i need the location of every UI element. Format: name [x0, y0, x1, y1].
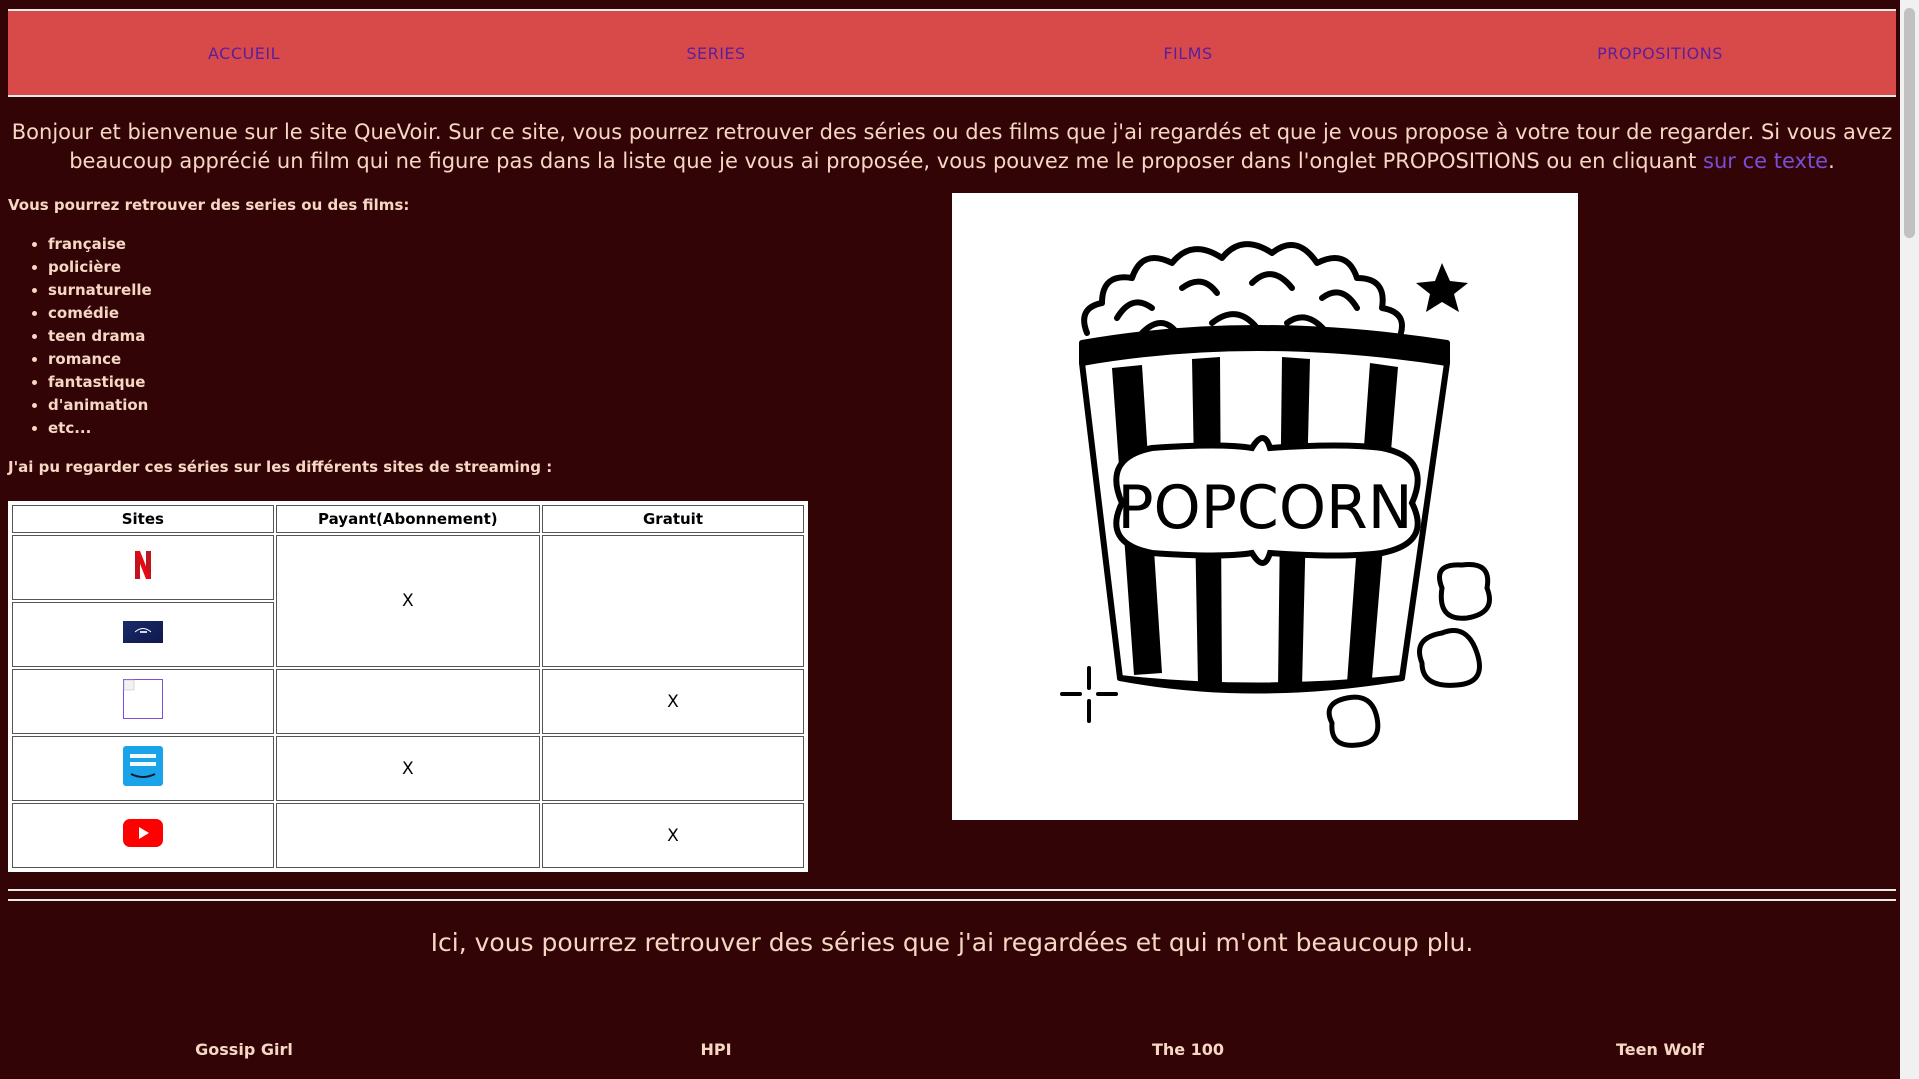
intro-text-end: .	[1828, 149, 1835, 173]
series-titles: Gossip Girl HPI The 100 Teen Wolf	[8, 1040, 1896, 1059]
divider-top	[8, 889, 1896, 891]
genre-item: fantastique	[48, 371, 152, 394]
nav-accueil[interactable]: ACCUEIL	[8, 11, 480, 95]
genre-item: policière	[48, 256, 152, 279]
genre-item: surnaturelle	[48, 279, 152, 302]
broken-image-icon[interactable]	[122, 679, 163, 724]
intro-text: Bonjour et bienvenue sur le site QueVoir…	[11, 120, 1893, 173]
genres-list: française policière surnaturelle comédie…	[8, 233, 152, 440]
vertical-scrollbar[interactable]	[1900, 0, 1919, 1079]
series-title[interactable]: Gossip Girl	[8, 1040, 480, 1059]
youtube-logo-icon[interactable]	[122, 819, 163, 852]
site-cell	[12, 602, 274, 667]
page: ACCUEIL SERIES FILMS PROPOSITIONS Bonjou…	[0, 0, 1900, 1079]
nav-propositions[interactable]: PROPOSITIONS	[1424, 11, 1896, 95]
header-payant: Payant(Abonnement)	[275, 505, 540, 533]
divider-bottom	[8, 899, 1896, 901]
disney-plus-logo-icon[interactable]	[122, 621, 163, 648]
streaming-heading: J'ai pu regarder ces séries sur les diff…	[8, 458, 553, 476]
prime-video-logo-icon[interactable]	[122, 746, 163, 791]
payant-empty	[275, 803, 540, 868]
series-title[interactable]: Teen Wolf	[1424, 1040, 1896, 1059]
series-title[interactable]: HPI	[480, 1040, 952, 1059]
main-nav: ACCUEIL SERIES FILMS PROPOSITIONS	[8, 11, 1896, 97]
series-intro: Ici, vous pourrez retrouver des séries q…	[430, 928, 1474, 957]
nav-films[interactable]: FILMS	[952, 11, 1424, 95]
gratuit-mark: X	[542, 803, 804, 868]
gratuit-mark: X	[542, 669, 804, 734]
propositions-link[interactable]: sur ce texte	[1703, 149, 1828, 173]
intro-paragraph: Bonjour et bienvenue sur le site QueVoir…	[8, 118, 1896, 176]
genre-item: teen drama	[48, 325, 152, 348]
netflix-logo-icon[interactable]	[133, 550, 153, 585]
site-cell	[12, 535, 274, 600]
popcorn-label: POPCORN	[1117, 473, 1412, 543]
genre-item: d'animation	[48, 394, 152, 417]
header-gratuit: Gratuit	[542, 505, 804, 533]
payant-mark: X	[275, 535, 540, 667]
header-sites: Sites	[12, 505, 274, 533]
site-cell	[12, 736, 274, 801]
genre-item: etc...	[48, 417, 152, 440]
site-cell	[12, 669, 274, 734]
payant-empty	[275, 669, 540, 734]
genre-item: française	[48, 233, 152, 256]
nav-series[interactable]: SERIES	[480, 11, 952, 95]
payant-mark: X	[275, 736, 540, 801]
scrollbar-thumb[interactable]	[1904, 8, 1915, 238]
site-cell	[12, 803, 274, 868]
popcorn-image: POPCORN	[952, 193, 1578, 820]
streaming-table: Sites Payant(Abonnement) Gratuit X X X X	[8, 501, 808, 872]
genres-heading: Vous pourrez retrouver des series ou des…	[8, 196, 410, 214]
series-title[interactable]: The 100	[952, 1040, 1424, 1059]
genre-item: romance	[48, 348, 152, 371]
gratuit-empty	[542, 736, 804, 801]
gratuit-empty	[542, 535, 804, 667]
genre-item: comédie	[48, 302, 152, 325]
